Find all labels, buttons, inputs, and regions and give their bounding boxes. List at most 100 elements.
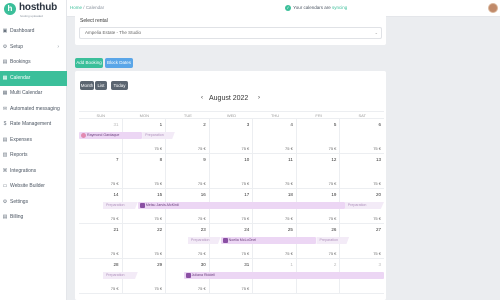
rental-select-value: Ampelia Estate - The Studio (85, 30, 141, 35)
day-number: 26 (331, 227, 337, 232)
rental-selector-card: Select rental Ampelia Estate - The Studi… (75, 14, 386, 45)
guest-avatar-icon (81, 132, 86, 138)
day-number: 21 (113, 227, 119, 232)
preparation-label: Preparation (319, 238, 339, 242)
day-number: 24 (244, 227, 250, 232)
day-price: 75 € (285, 181, 293, 186)
calendar-day-cell[interactable]: 12 75 € (297, 154, 341, 189)
calendar-day-cell[interactable]: 10 75 € (210, 154, 254, 189)
day-number: 15 (157, 192, 163, 197)
calendar-day-cell[interactable]: 11 75 € (253, 154, 297, 189)
weekday-label: FRI (315, 113, 322, 118)
day-number: 27 (375, 227, 381, 232)
calendar-week-row: 7 75 € 8 75 € 9 75 € 10 75 € 11 75 € 12 75 € 13 75 € (79, 154, 384, 189)
billing-icon: ▤ (2, 214, 8, 220)
rental-select-label: Select rental (80, 18, 108, 24)
calendar-day-cell[interactable]: 3 75 € (210, 119, 254, 154)
day-price: 75 € (241, 286, 250, 291)
day-number: 8 (159, 157, 163, 162)
calendar-day-cell[interactable]: 13 75 € (340, 154, 384, 189)
month-title: August 2022 (209, 95, 249, 102)
sidebar-item-bookings[interactable]: ▤ Bookings (0, 55, 67, 71)
chevron-left-icon[interactable]: ‹ (201, 95, 203, 101)
sidebar-item-integrations[interactable]: ⌘ Integrations (0, 164, 67, 180)
sidebar-item-billing[interactable]: ▤ Billing (0, 210, 67, 226)
weekday-label: SUN (96, 113, 105, 118)
chevron-right-icon: › (57, 43, 59, 50)
calendar-day-cell[interactable]: 21 75 € (79, 224, 123, 259)
sidebar-item-setup[interactable]: ⚙ Setup › (0, 40, 67, 56)
view-list-button[interactable]: List (95, 81, 107, 90)
brand-logo[interactable]: h hosthub hosting uploaded (4, 2, 64, 19)
sidebar-item-website-builder[interactable]: ▭ Website Builder (0, 179, 67, 195)
reservation-bar[interactable]: Melsu Jarvis-McKirdi (137, 202, 345, 209)
preparation-label: Preparation (145, 133, 164, 137)
calendar-day-cell[interactable]: 9 75 € (166, 154, 210, 189)
calendar-day-cell[interactable]: 22 75 € (123, 224, 167, 259)
weekday-label: WED (226, 113, 237, 118)
reservation-bar[interactable]: Noelia McLoOnel (220, 237, 317, 244)
message-icon: ✉ (2, 105, 8, 112)
weekday-header-row: SUN MON TUE WED THU FRI SAT (79, 111, 384, 119)
gear-icon: ⚙ (2, 198, 8, 205)
reservation-bar[interactable]: Juliana Riddell (183, 272, 384, 279)
multi-calendar-icon: ▦ (2, 90, 8, 96)
sidebar-item-calendar[interactable]: ▦ Calendar (0, 70, 67, 86)
reservation-bar[interactable]: Raymond Gardaque (79, 132, 143, 139)
day-number: 14 (113, 192, 119, 197)
view-month-button[interactable]: Month (80, 81, 94, 90)
sidebar-item-label: Multi Calendar (10, 90, 43, 96)
day-number: 19 (331, 192, 337, 197)
day-price: 75 € (154, 181, 163, 186)
chevron-right-icon[interactable]: › (258, 95, 260, 101)
calendar-day-cell[interactable]: 4 75 € (253, 119, 297, 154)
today-button[interactable]: Today (111, 81, 128, 90)
sidebar-item-reports[interactable]: ▥ Reports (0, 148, 67, 164)
day-number: 11 (288, 157, 293, 162)
day-price: 75 € (285, 216, 293, 221)
sidebar-item-automated-messaging[interactable]: ✉ Automated messaging (0, 102, 67, 118)
preparation-bar[interactable]: Preparation (102, 202, 138, 209)
day-number: 5 (333, 122, 337, 127)
gear-icon: ⚙ (2, 43, 8, 50)
sidebar-item-settings[interactable]: ⚙ Settings (0, 195, 67, 211)
day-number: 6 (378, 122, 381, 127)
preparation-bar[interactable]: Preparation (344, 202, 384, 209)
day-price: 75 € (241, 216, 250, 221)
breadcrumb-home-link[interactable]: Home (70, 5, 82, 10)
day-number: 1 (159, 122, 163, 127)
day-price: 75 € (328, 181, 337, 186)
day-price: 75 € (110, 181, 119, 186)
sidebar-item-expenses[interactable]: ▤ Expenses (0, 133, 67, 149)
day-number: 7 (116, 157, 119, 162)
preparation-bar[interactable]: Preparation (316, 237, 350, 244)
user-avatar[interactable] (488, 3, 498, 13)
calendar-day-cell[interactable]: 5 75 € (297, 119, 341, 154)
reservation-guest-name: Raymond Gardaque (87, 133, 120, 137)
add-booking-button[interactable]: Add Booking (75, 58, 103, 68)
calendar-day-cell[interactable]: 8 75 € (123, 154, 167, 189)
calendar-day-cell[interactable]: 6 75 € (340, 119, 384, 154)
preparation-bar[interactable]: Preparation (102, 272, 138, 279)
sidebar-item-label: Dashboard (10, 28, 35, 34)
day-price: 75 € (197, 251, 206, 256)
sidebar-item-dashboard[interactable]: ▣ Dashboard (0, 24, 67, 40)
rental-select[interactable]: Ampelia Estate - The Studio ⌄ (79, 27, 382, 39)
weekday-label: SAT (358, 113, 366, 118)
day-price: 75 € (373, 181, 381, 186)
preparation-label: Preparation (190, 238, 210, 242)
preparation-bar[interactable]: Preparation (142, 132, 175, 139)
sync-status-prefix: Your calendars are (293, 5, 333, 11)
preparation-bar[interactable]: Preparation (187, 237, 221, 244)
booking-source-icon (222, 237, 228, 243)
day-number: 18 (287, 192, 293, 197)
breadcrumb-current: Calendar (85, 5, 105, 10)
sidebar-item-multi-calendar[interactable]: ▦ Multi Calendar (0, 86, 67, 102)
day-price: 75 € (154, 146, 163, 151)
calendar-day-cell[interactable]: 7 75 € (79, 154, 123, 189)
weekday-label: TUE (183, 113, 192, 118)
sidebar-item-rate-management[interactable]: $ Rate Management (0, 117, 67, 133)
sidebar-item-label: Settings (10, 198, 29, 205)
calendar-week-row: 31 1 75 € 2 75 € 3 75 € 4 75 € 5 75 € 6 75 € Raymond … (79, 119, 384, 154)
block-dates-button[interactable]: Block Dates (105, 58, 133, 68)
